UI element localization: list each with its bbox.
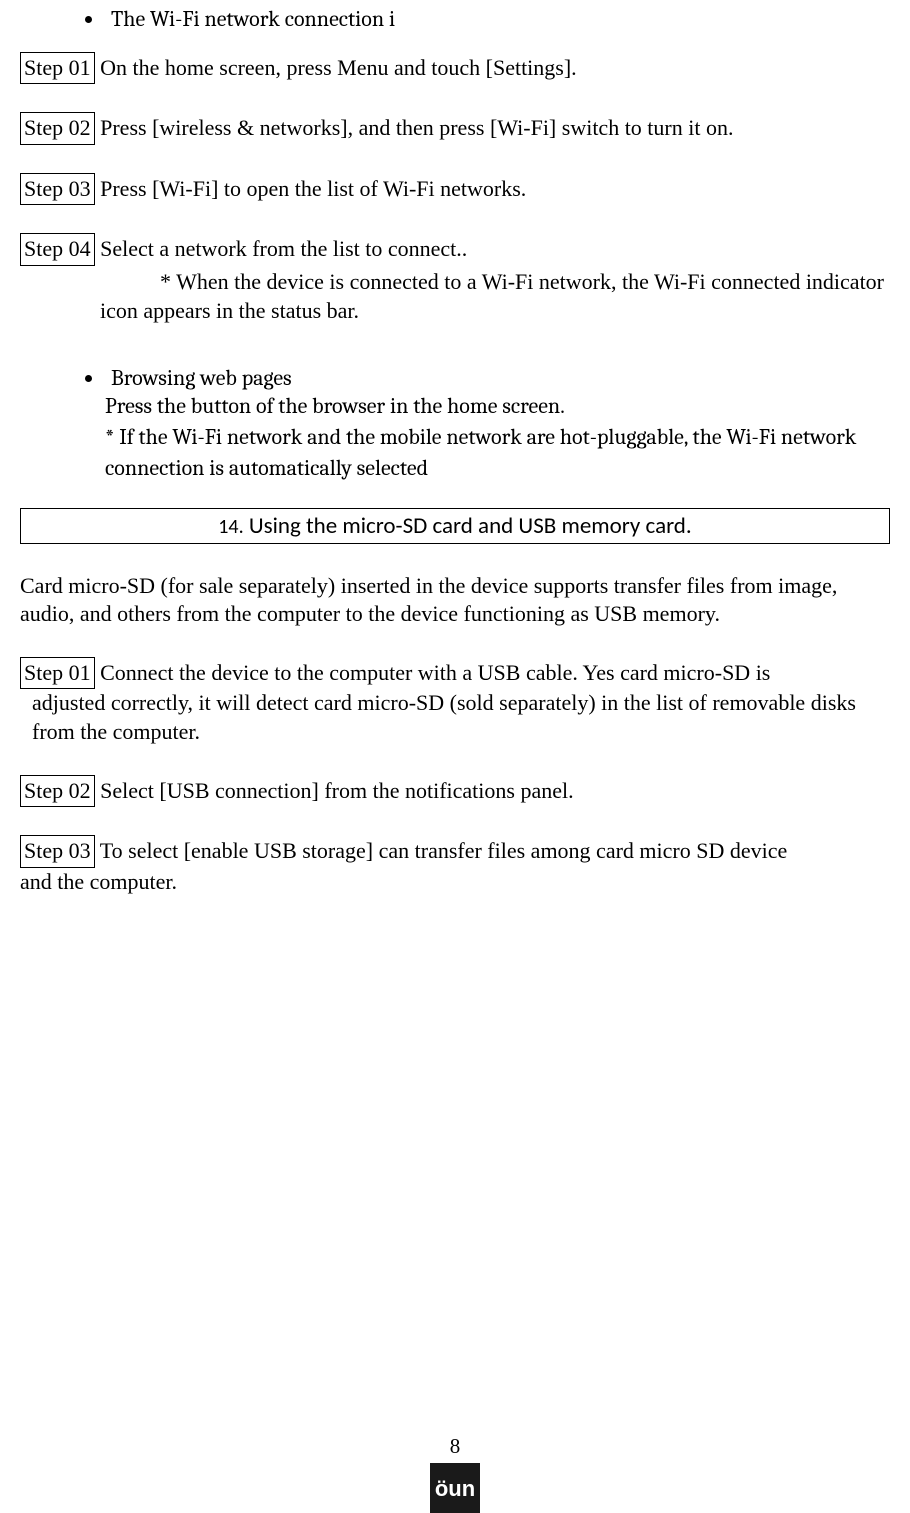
step-label: Step 02 <box>20 775 95 808</box>
step-text: Select a network from the list to connec… <box>95 236 468 261</box>
step-label: Step 02 <box>20 112 95 145</box>
step-label: Step 01 <box>20 657 95 690</box>
wifi-step-01: Step 01 On the home screen, press Menu a… <box>20 52 890 85</box>
step-label: Step 03 <box>20 173 95 206</box>
wifi-step-03: Step 03 Press [Wi-Fi] to open the list o… <box>20 173 890 206</box>
step-text-first: To select [enable USB storage] can trans… <box>95 838 788 863</box>
browsing-line1: Press the button of the browser in the h… <box>105 391 890 422</box>
wifi-step-02: Step 02 Press [wireless & networks], and… <box>20 112 890 145</box>
wifi-step-04: Step 04 Select a network from the list t… <box>20 233 890 325</box>
section-14-title: 14. Using the micro-SD card and USB memo… <box>20 508 890 544</box>
section-title-text: Using the micro-SD card and USB memory c… <box>244 512 692 540</box>
step-text-continuation: and the computer. <box>20 868 890 897</box>
step-text-first: Connect the device to the computer with … <box>95 660 771 685</box>
page-number: 8 <box>0 1434 910 1459</box>
step-text-continuation: adjusted correctly, it will detect card … <box>20 689 890 746</box>
step-label: Step 01 <box>20 52 95 85</box>
browsing-line2: * If the Wi-Fi network and the mobile ne… <box>105 422 890 484</box>
step-text: On the home screen, press Menu and touch… <box>95 55 577 80</box>
step-label: Step 04 <box>20 233 95 266</box>
usb-step-02: Step 02 Select [USB connection] from the… <box>20 775 890 808</box>
svg-text:öun: öun <box>435 1476 475 1501</box>
usb-step-03: Step 03 To select [enable USB storage] c… <box>20 835 890 896</box>
page-content: The Wi-Fi network connection i Step 01 O… <box>20 0 890 896</box>
browsing-heading: Browsing web pages <box>105 365 890 391</box>
wifi-heading: The Wi-Fi network connection i <box>105 5 890 34</box>
browsing-section: Browsing web pages Press the button of t… <box>105 365 890 483</box>
wifi-bullet-list: The Wi-Fi network connection i <box>105 5 890 34</box>
section14-intro: Card micro-SD (for sale separately) inse… <box>20 572 890 629</box>
usb-step-01: Step 01 Connect the device to the comput… <box>20 657 890 747</box>
step-text: Press [wireless & networks], and then pr… <box>95 115 734 140</box>
own-logo-icon: öun <box>430 1463 480 1513</box>
wifi-step4-note: * When the device is connected to a Wi-F… <box>20 268 890 325</box>
section-number: 14. <box>218 515 243 539</box>
step-label: Step 03 <box>20 835 95 868</box>
step-text: Select [USB connection] from the notific… <box>95 778 574 803</box>
step-text: Press [Wi-Fi] to open the list of Wi-Fi … <box>95 176 527 201</box>
